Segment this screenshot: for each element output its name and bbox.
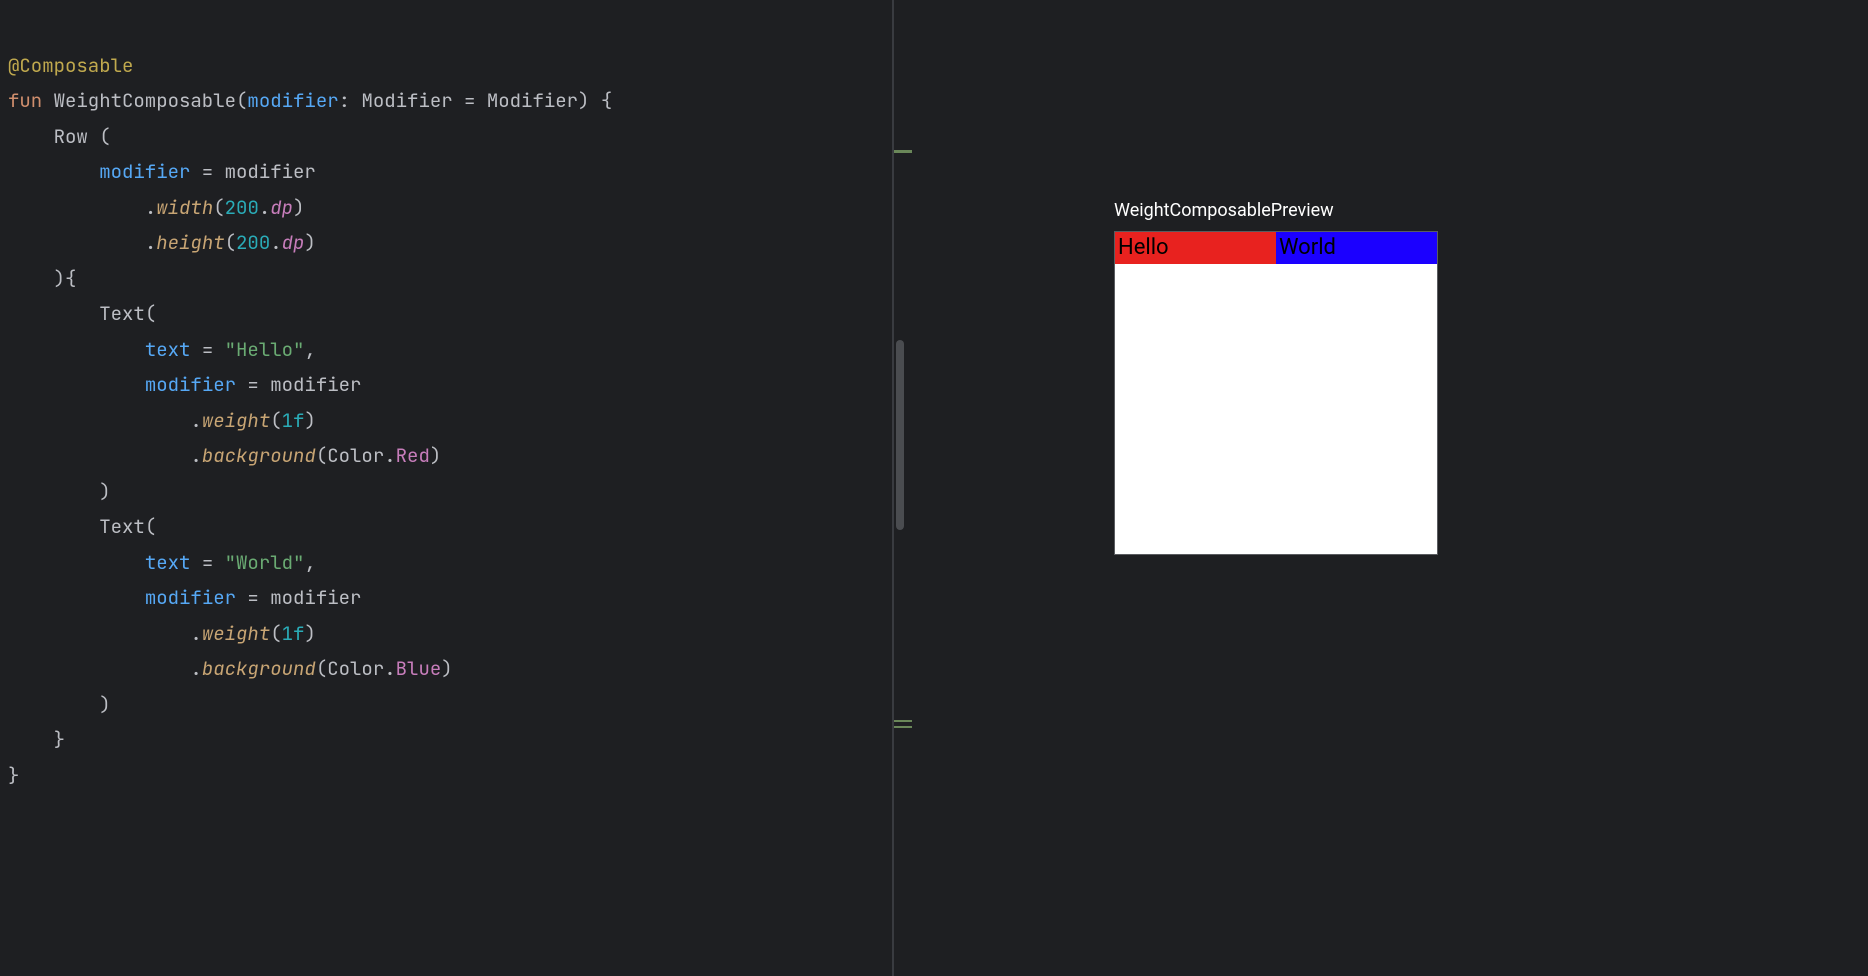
- width-call: width: [156, 195, 213, 220]
- code-content[interactable]: @Composable fun WeightComposable(modifie…: [0, 12, 892, 793]
- text-call-2: Text: [99, 514, 145, 539]
- keyword-fun: fun: [8, 88, 54, 113]
- text-call-1: Text: [99, 301, 145, 326]
- compose-preview-canvas[interactable]: Hello World: [1114, 231, 1438, 555]
- function-name: WeightComposable: [54, 88, 236, 113]
- code-editor-pane[interactable]: @Composable fun WeightComposable(modifie…: [0, 0, 892, 976]
- string-hello: "Hello": [225, 337, 305, 362]
- fold-marker-icon[interactable]: [894, 150, 912, 153]
- annotation: @Composable: [8, 53, 133, 78]
- preview-text-world: World: [1276, 232, 1437, 264]
- compose-preview-pane[interactable]: WeightComposablePreview Hello World: [894, 0, 1868, 976]
- param-modifier: modifier: [247, 88, 338, 113]
- editor-scrollbar[interactable]: [896, 340, 904, 530]
- string-world: "World": [225, 550, 305, 575]
- row-call: Row: [54, 124, 100, 149]
- preview-text-hello: Hello: [1115, 232, 1276, 264]
- fold-marker-icon[interactable]: [894, 720, 912, 722]
- preview-title: WeightComposablePreview: [1114, 200, 1868, 221]
- background-call: background: [202, 443, 316, 468]
- pane-splitter[interactable]: [892, 0, 894, 976]
- height-call: height: [156, 230, 224, 255]
- fold-marker-icon[interactable]: [894, 726, 912, 728]
- weight-call: weight: [202, 408, 270, 433]
